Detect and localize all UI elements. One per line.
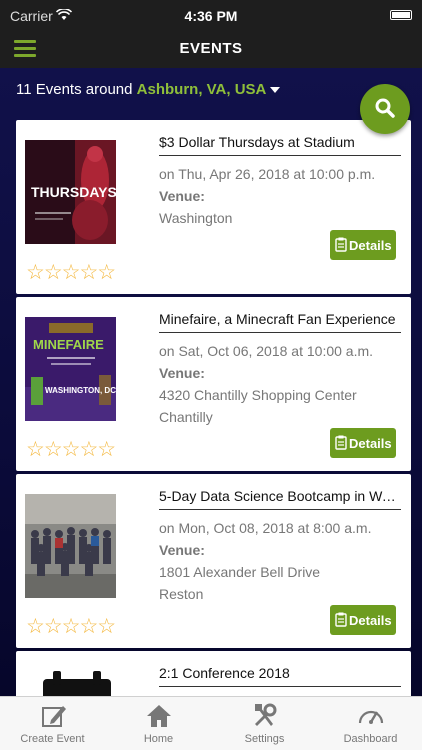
page-title: EVENTS: [179, 40, 243, 57]
search-button[interactable]: [360, 84, 410, 134]
event-thumbnail[interactable]: THURSDAYS: [25, 140, 117, 244]
location-selector[interactable]: 11 Events around Ashburn, VA, USA: [16, 81, 281, 98]
event-title[interactable]: 2:1 Conference 2018: [159, 665, 401, 681]
tab-bar: Create Event Home Settings Dashboard: [0, 696, 422, 750]
tab-label: Home: [143, 733, 174, 745]
event-card[interactable]: 2:1 Conference 2018: [16, 651, 411, 696]
tab-create-event[interactable]: Create Event: [0, 697, 105, 750]
title-divider: [159, 155, 401, 156]
details-button[interactable]: Details: [330, 605, 396, 635]
caret-down-icon: [270, 87, 281, 94]
battery-icon: [390, 10, 412, 20]
details-button-label: Details: [349, 436, 392, 451]
events-list-area[interactable]: 11 Events around Ashburn, VA, USA THURSD…: [0, 68, 422, 696]
event-card[interactable]: 5-Day Data Science Bootcamp in Washingto…: [16, 474, 411, 648]
details-button-label: Details: [349, 238, 392, 253]
svg-text:THURSDAYS: THURSDAYS: [31, 184, 116, 200]
tab-label: Create Event: [20, 733, 85, 745]
tab-label: Settings: [244, 733, 285, 745]
event-thumbnail[interactable]: MINEFAIRE WASHINGTON, DC: [25, 317, 116, 421]
tab-label: Dashboard: [343, 733, 398, 745]
event-title[interactable]: 5-Day Data Science Bootcamp in Washingto…: [159, 488, 401, 504]
clipboard-icon: [335, 237, 347, 252]
nav-bar: EVENTS: [0, 30, 422, 68]
venue-line: Washington: [159, 210, 233, 226]
home-icon: [147, 705, 171, 727]
status-bar: Carrier 4:36 PM: [0, 0, 422, 30]
search-icon: [375, 98, 395, 118]
event-card[interactable]: THURSDAYS $3 Dollar Thursdays at Stadium…: [16, 120, 411, 294]
clock: 4:36 PM: [184, 8, 238, 24]
event-card[interactable]: MINEFAIRE WASHINGTON, DC Minefaire, a Mi…: [16, 297, 411, 471]
svg-text:MINEFAIRE: MINEFAIRE: [33, 337, 104, 352]
rating-stars[interactable]: ☆☆☆☆☆: [26, 614, 116, 639]
tools-icon: [255, 703, 277, 726]
event-date: on Sat, Oct 06, 2018 at 10:00 a.m.: [159, 343, 374, 359]
event-title[interactable]: Minefaire, a Minecraft Fan Experience: [159, 311, 401, 327]
details-button[interactable]: Details: [330, 428, 396, 458]
event-date: on Mon, Oct 08, 2018 at 8:00 a.m.: [159, 520, 372, 536]
title-divider: [159, 509, 401, 510]
details-button-label: Details: [349, 613, 392, 628]
venue-label: Venue:: [159, 365, 205, 381]
calendar-icon: [25, 671, 116, 696]
event-date: on Thu, Apr 26, 2018 at 10:00 p.m.: [159, 166, 376, 182]
location-city: Ashburn, VA, USA: [136, 81, 267, 98]
venue-city: Chantilly: [159, 409, 213, 425]
title-divider: [159, 332, 401, 333]
venue-line: 1801 Alexander Bell Drive: [159, 564, 321, 580]
tab-home[interactable]: Home: [106, 697, 211, 750]
svg-text:WASHINGTON, DC: WASHINGTON, DC: [45, 386, 116, 395]
venue-label: Venue:: [159, 542, 205, 558]
clipboard-icon: [335, 435, 347, 450]
event-title[interactable]: $3 Dollar Thursdays at Stadium: [159, 134, 401, 150]
venue-city: Reston: [159, 586, 204, 602]
gauge-icon: [358, 710, 384, 724]
details-button[interactable]: Details: [330, 230, 396, 260]
venue-label: Venue:: [159, 188, 205, 204]
edit-icon: [42, 706, 66, 727]
venue-line: 4320 Chantilly Shopping Center: [159, 387, 357, 403]
tab-dashboard[interactable]: Dashboard: [318, 697, 422, 750]
clipboard-icon: [335, 612, 347, 627]
rating-stars[interactable]: ☆☆☆☆☆: [26, 260, 116, 285]
event-thumbnail[interactable]: [25, 494, 116, 598]
title-divider: [159, 686, 401, 687]
tab-settings[interactable]: Settings: [212, 697, 317, 750]
event-count-label: 11 Events around: [16, 81, 133, 98]
rating-stars[interactable]: ☆☆☆☆☆: [26, 437, 116, 462]
